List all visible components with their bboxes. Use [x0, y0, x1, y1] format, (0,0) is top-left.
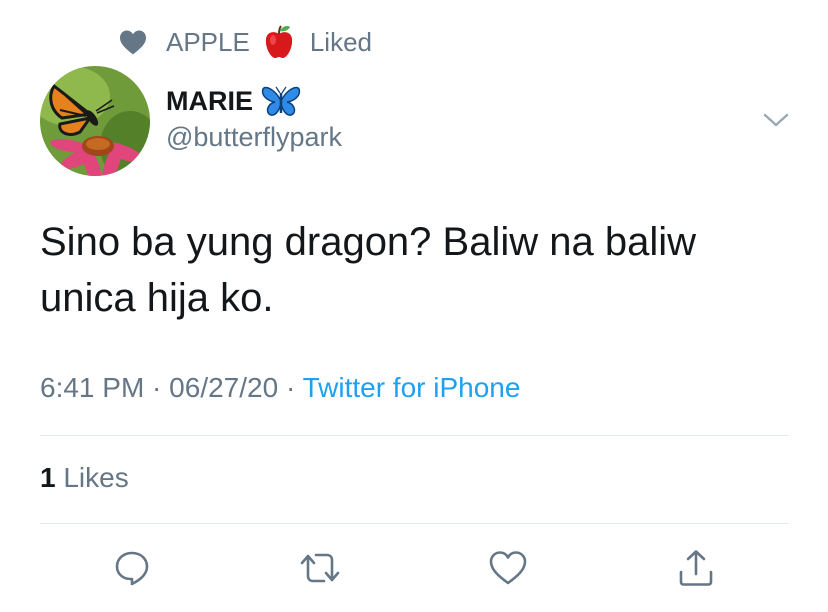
reply-icon — [115, 551, 149, 586]
author-name: MARIE — [166, 85, 253, 116]
share-button[interactable] — [674, 546, 718, 590]
likes-label: Likes — [55, 462, 129, 493]
share-icon — [679, 550, 713, 586]
tweet-text-line-1: Sino ba yung dragon? Baliw na baliw — [40, 220, 696, 264]
like-button[interactable] — [486, 546, 530, 590]
tweet-metadata: 6:41 PM · 06/27/20 · Twitter for iPhone — [40, 372, 520, 404]
apple-emoji-icon — [265, 25, 292, 58]
retweet-icon — [300, 553, 340, 583]
liker-name: APPLE — [166, 26, 250, 57]
liked-label: Liked — [309, 26, 372, 57]
likes-count: 1 — [40, 462, 56, 493]
like-icon — [489, 551, 527, 585]
avatar-image — [40, 66, 150, 176]
likes-count-link[interactable]: 1 Likes — [40, 462, 129, 494]
retweet-button[interactable] — [298, 546, 342, 590]
avatar[interactable] — [40, 66, 150, 176]
reply-button[interactable] — [110, 546, 154, 590]
tweet-date[interactable]: 06/27/20 — [169, 372, 278, 403]
tweet-text-line-2: unica hija ko. — [40, 276, 274, 320]
meta-separator: · — [278, 372, 303, 403]
heart-icon — [120, 30, 146, 55]
divider — [40, 523, 788, 524]
social-context[interactable]: APPLE Liked — [118, 24, 372, 60]
butterfly-emoji-icon — [261, 86, 301, 116]
chevron-down-icon[interactable] — [762, 110, 790, 130]
author-display-name[interactable]: MARIE — [166, 82, 301, 120]
author-handle[interactable]: @butterflypark — [166, 122, 342, 153]
meta-separator: · — [144, 372, 170, 403]
tweet-time[interactable]: 6:41 PM — [40, 372, 144, 403]
tweet-source-link[interactable]: Twitter for iPhone — [303, 372, 521, 403]
tweet-text: Sino ba yung dragon? Baliw na baliw unic… — [40, 214, 800, 326]
divider — [40, 435, 788, 436]
